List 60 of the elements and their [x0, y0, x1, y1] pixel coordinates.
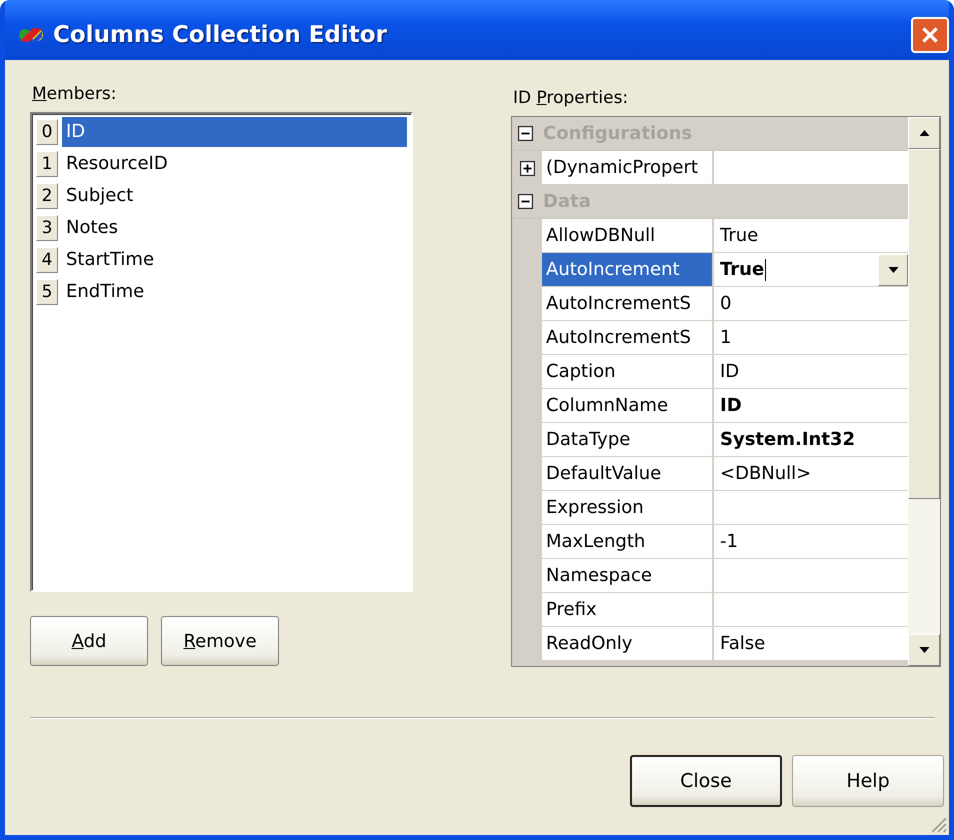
- member-item[interactable]: ID: [62, 117, 407, 147]
- index-label: 0: [36, 119, 58, 145]
- window-title: Columns Collection Editor: [53, 22, 387, 48]
- property-name[interactable]: AutoIncrementS: [542, 321, 714, 355]
- properties-label: ID Properties:: [513, 88, 630, 110]
- property-value[interactable]: ID: [714, 355, 908, 389]
- property-name[interactable]: AutoIncrement: [542, 253, 714, 287]
- value-editor[interactable]: True: [714, 253, 908, 287]
- text-cursor: [765, 258, 766, 280]
- caret-down-icon: [888, 266, 898, 272]
- collapse-icon[interactable]: [518, 126, 533, 141]
- property-name[interactable]: DefaultValue: [542, 457, 714, 491]
- value-cell[interactable]: [714, 559, 908, 593]
- property-name[interactable]: Prefix: [542, 593, 714, 627]
- member-item[interactable]: StartTime: [62, 245, 407, 275]
- property-value: True: [720, 258, 764, 282]
- property-name[interactable]: (DynamicPropert: [542, 151, 714, 185]
- member-item[interactable]: Subject: [62, 181, 407, 211]
- index-label: 3: [36, 215, 58, 241]
- value-cell[interactable]: [714, 491, 908, 525]
- property-name[interactable]: Caption: [542, 355, 714, 389]
- resize-grip-icon: [929, 815, 947, 833]
- member-item[interactable]: EndTime: [62, 277, 407, 307]
- property-value[interactable]: -1: [714, 525, 908, 559]
- members-label: Members:: [32, 84, 118, 106]
- list-button[interactable]: Add: [30, 616, 148, 666]
- collapse-icon[interactable]: [518, 194, 533, 209]
- property-name[interactable]: AllowDBNull: [542, 219, 714, 253]
- property-name[interactable]: Expression: [542, 491, 714, 525]
- property-value[interactable]: False: [714, 627, 908, 661]
- property-value[interactable]: <DBNull>: [714, 457, 908, 491]
- property-value[interactable]: 0: [714, 287, 908, 321]
- index-label: 2: [36, 183, 58, 209]
- value-cell[interactable]: [714, 593, 908, 627]
- property-value[interactable]: 1: [714, 321, 908, 355]
- app-icon: [17, 25, 45, 45]
- dropdown-button[interactable]: [878, 254, 908, 286]
- member-item[interactable]: Notes: [62, 213, 407, 243]
- property-value[interactable]: System.Int32: [714, 423, 908, 457]
- scroll-down-icon[interactable]: [918, 647, 930, 653]
- scrollbar[interactable]: [908, 117, 940, 666]
- member-item[interactable]: ResourceID: [62, 149, 407, 179]
- property-name[interactable]: AutoIncrementS: [542, 287, 714, 321]
- index-label: 1: [36, 151, 58, 177]
- property-name[interactable]: DataType: [542, 423, 714, 457]
- dialog-button[interactable]: Help: [792, 755, 944, 807]
- list-button[interactable]: Remove: [161, 616, 279, 666]
- property-value[interactable]: ID: [714, 389, 908, 423]
- value-cell[interactable]: [714, 151, 908, 185]
- dialog-button[interactable]: Close: [630, 755, 782, 807]
- index-label: 5: [36, 279, 58, 305]
- property-name[interactable]: ColumnName: [542, 389, 714, 423]
- expand-icon[interactable]: [520, 160, 534, 176]
- property-name[interactable]: MaxLength: [542, 525, 714, 559]
- index-label: 4: [36, 247, 58, 273]
- close-icon[interactable]: [911, 17, 949, 53]
- scroll-up-icon[interactable]: [918, 130, 930, 136]
- property-name[interactable]: ReadOnly: [542, 627, 714, 661]
- property-value[interactable]: True: [714, 219, 908, 253]
- property-name[interactable]: Namespace: [542, 559, 714, 593]
